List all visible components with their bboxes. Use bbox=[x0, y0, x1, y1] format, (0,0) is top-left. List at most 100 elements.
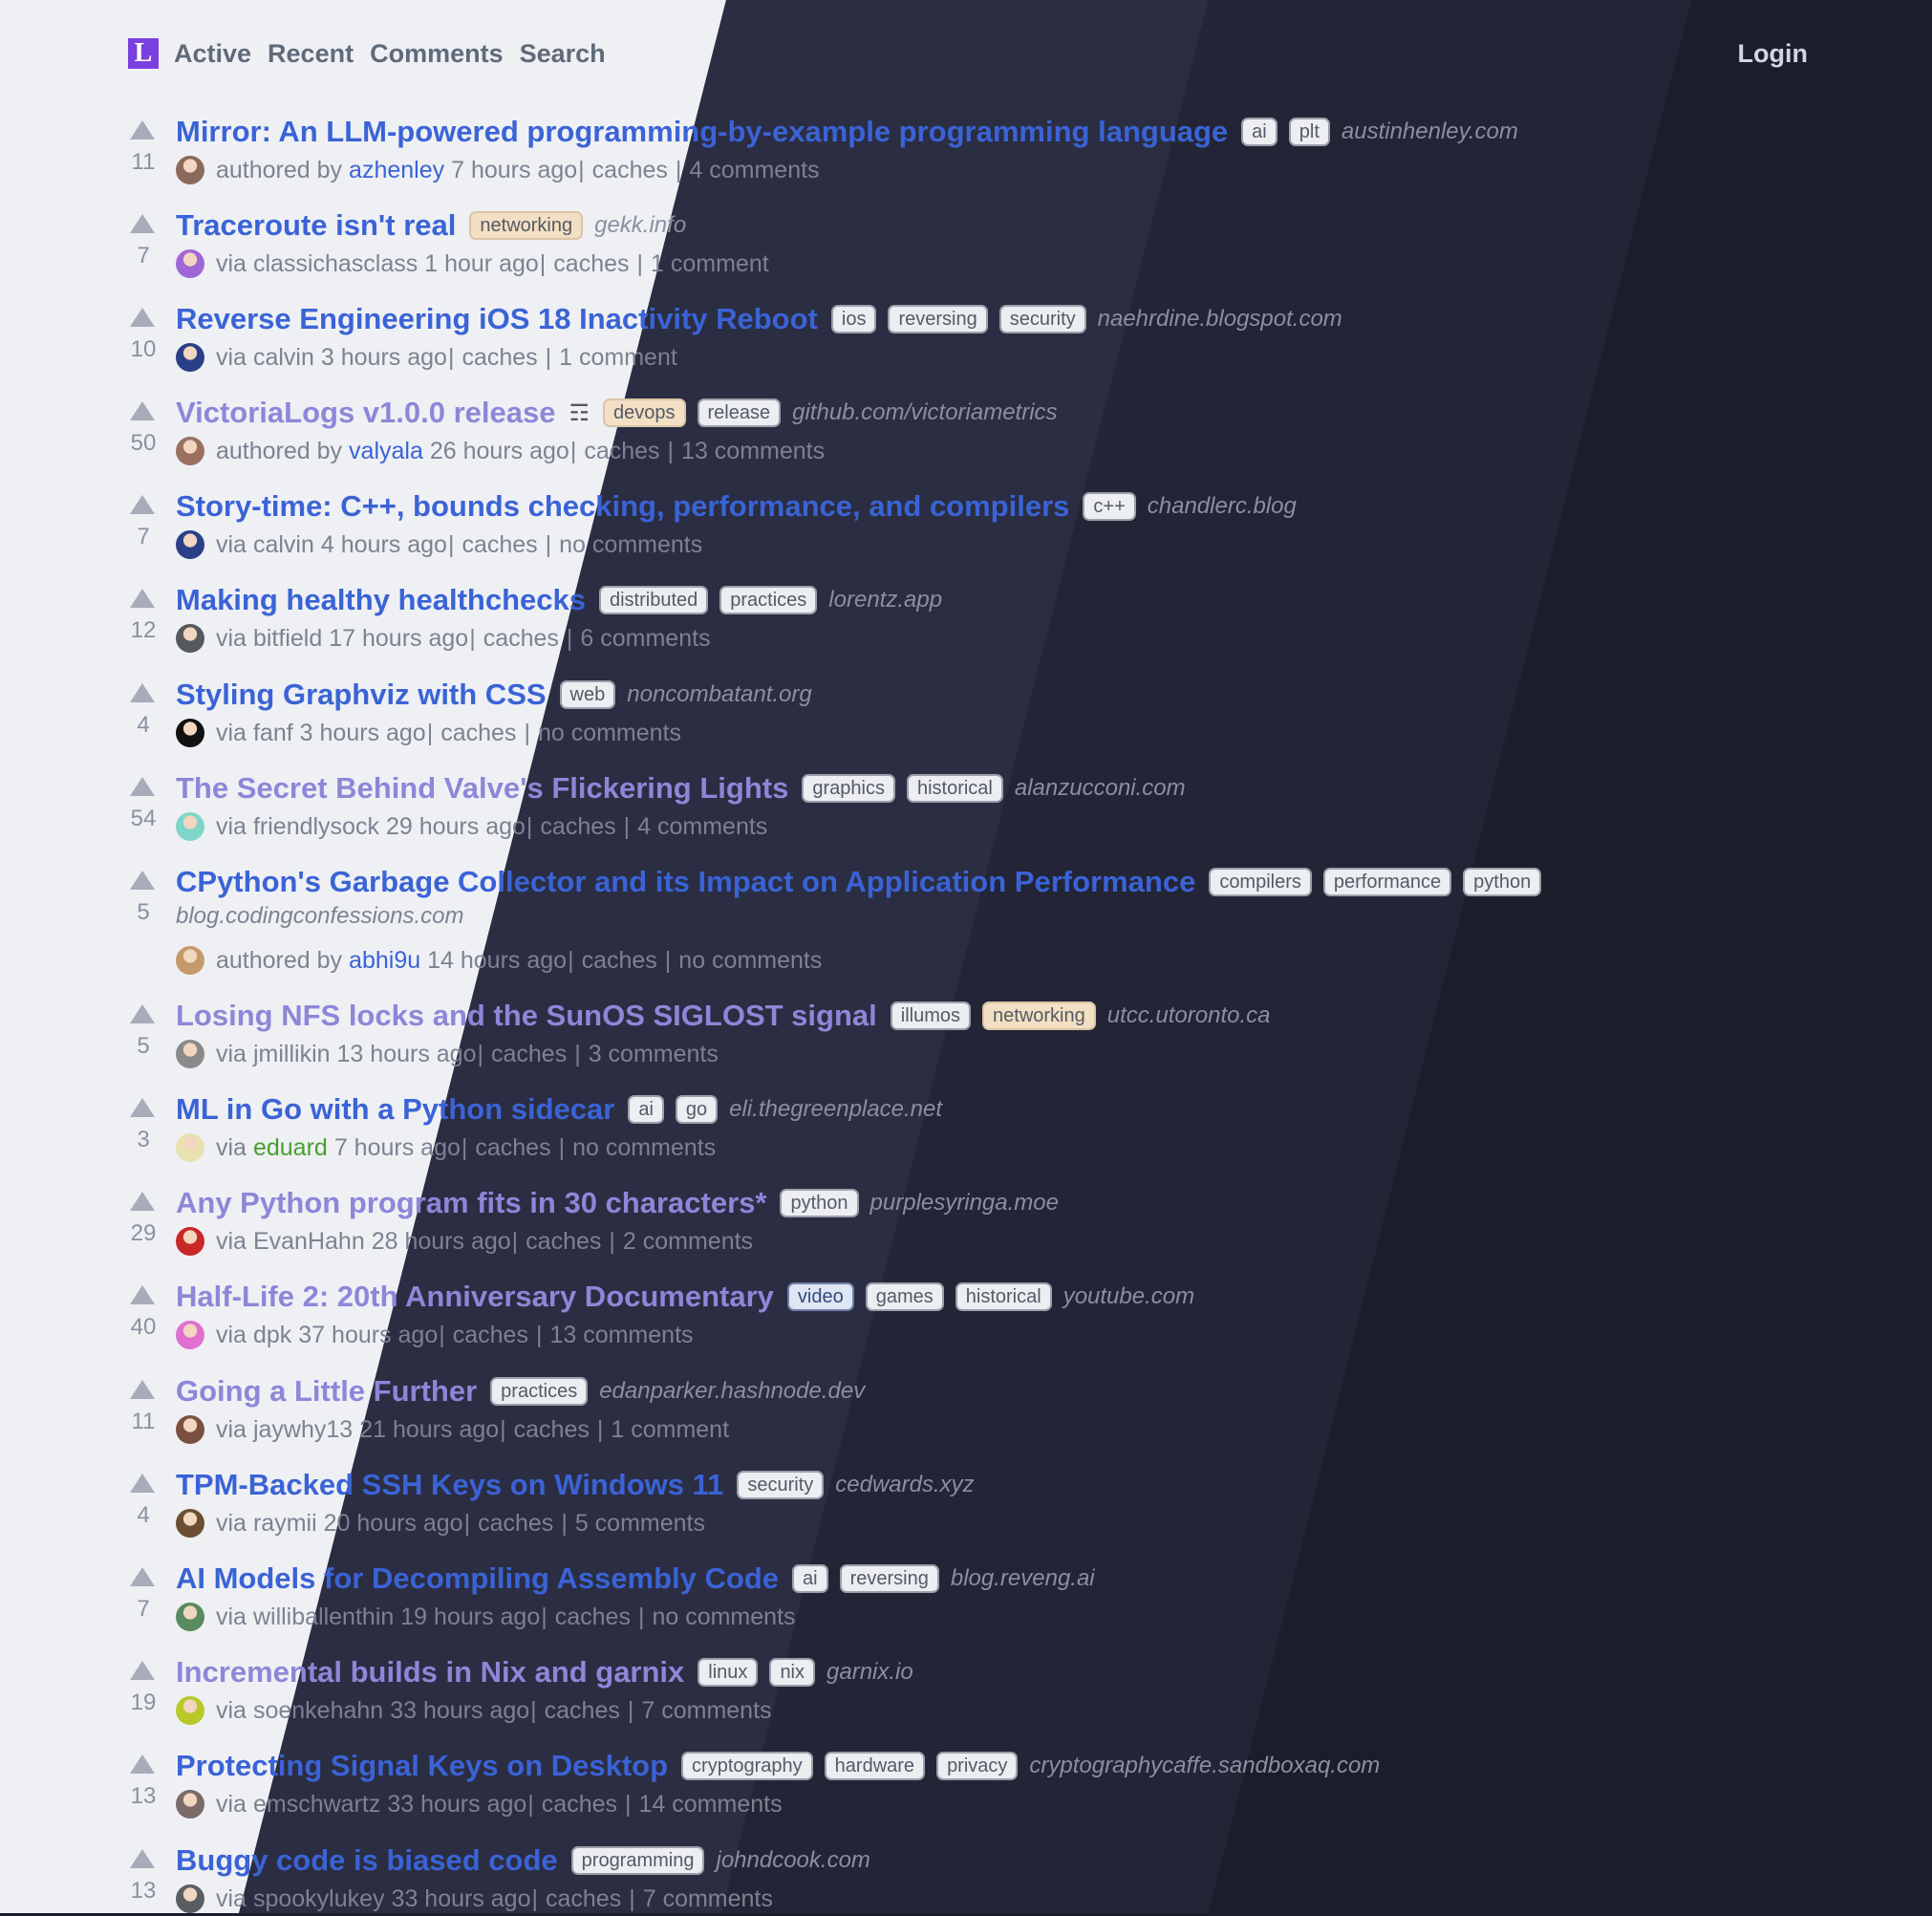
avatar[interactable] bbox=[176, 1321, 204, 1349]
avatar[interactable] bbox=[176, 1227, 204, 1256]
avatar[interactable] bbox=[176, 1603, 204, 1631]
byline-username[interactable]: calvin bbox=[253, 531, 314, 559]
nav-comments[interactable]: Comments bbox=[370, 39, 504, 69]
avatar[interactable] bbox=[176, 530, 204, 559]
upvote-arrow-icon[interactable] bbox=[130, 1098, 155, 1117]
story-title-link[interactable]: The Secret Behind Valve's Flickering Lig… bbox=[176, 771, 788, 806]
byline-username[interactable]: williballenthin bbox=[253, 1604, 394, 1631]
avatar[interactable] bbox=[176, 249, 204, 278]
story-title-link[interactable]: Traceroute isn't real bbox=[176, 208, 456, 243]
story-title-link[interactable]: Buggy code is biased code bbox=[176, 1843, 558, 1878]
story-domain[interactable]: naehrdine.blogspot.com bbox=[1098, 306, 1342, 333]
story-title-link[interactable]: Half-Life 2: 20th Anniversary Documentar… bbox=[176, 1280, 774, 1314]
story-domain[interactable]: cedwards.xyz bbox=[835, 1472, 974, 1498]
upvote-arrow-icon[interactable] bbox=[130, 871, 155, 890]
story-tag[interactable]: ios bbox=[830, 305, 877, 334]
story-tag[interactable]: performance bbox=[1322, 868, 1452, 896]
byline-username[interactable]: dpk bbox=[253, 1322, 291, 1349]
story-tag[interactable]: security bbox=[737, 1471, 825, 1499]
comments-link[interactable]: 1 comment bbox=[611, 1416, 729, 1444]
story-tag[interactable]: hardware bbox=[824, 1752, 926, 1780]
story-title-link[interactable]: Incremental builds in Nix and garnix bbox=[176, 1655, 684, 1690]
story-domain[interactable]: youtube.com bbox=[1063, 1283, 1194, 1310]
byline-username[interactable]: jmillikin bbox=[253, 1041, 331, 1068]
byline-username[interactable]: azhenley bbox=[349, 157, 444, 184]
comments-link[interactable]: 4 comments bbox=[637, 813, 767, 841]
avatar[interactable] bbox=[176, 1884, 204, 1913]
comments-link[interactable]: 4 comments bbox=[689, 157, 819, 184]
story-domain[interactable]: noncombatant.org bbox=[627, 681, 811, 708]
caches-link[interactable]: caches bbox=[453, 1322, 528, 1349]
avatar[interactable] bbox=[176, 1040, 204, 1068]
story-domain[interactable]: cryptographycaffe.sandboxaq.com bbox=[1029, 1753, 1380, 1779]
story-title-link[interactable]: Making healthy healthchecks bbox=[176, 583, 586, 617]
story-tag[interactable]: compilers bbox=[1209, 868, 1312, 896]
avatar[interactable] bbox=[176, 1133, 204, 1162]
avatar[interactable] bbox=[176, 719, 204, 747]
story-title-link[interactable]: Reverse Engineering iOS 18 Inactivity Re… bbox=[176, 302, 818, 336]
story-title-link[interactable]: AI Models for Decompiling Assembly Code bbox=[176, 1561, 779, 1596]
byline-username[interactable]: emschwartz bbox=[253, 1791, 380, 1819]
story-domain[interactable]: chandlerc.blog bbox=[1148, 493, 1297, 520]
story-tag[interactable]: networking bbox=[982, 1001, 1096, 1030]
caches-link[interactable]: caches bbox=[462, 344, 537, 372]
byline-username[interactable]: abhi9u bbox=[349, 947, 420, 975]
login-link[interactable]: Login bbox=[1738, 36, 1808, 71]
upvote-arrow-icon[interactable] bbox=[130, 1849, 155, 1868]
upvote-arrow-icon[interactable] bbox=[130, 401, 155, 420]
story-tag[interactable]: distributed bbox=[598, 586, 709, 614]
story-tag[interactable]: plt bbox=[1288, 118, 1330, 146]
avatar[interactable] bbox=[176, 156, 204, 184]
story-tag[interactable]: networking bbox=[469, 211, 584, 240]
byline-username[interactable]: friendlysock bbox=[253, 813, 379, 841]
story-domain[interactable]: eli.thegreenplace.net bbox=[729, 1096, 942, 1123]
upvote-arrow-icon[interactable] bbox=[130, 214, 155, 233]
story-tag[interactable]: practices bbox=[719, 586, 818, 614]
story-domain[interactable]: alanzucconi.com bbox=[1015, 775, 1186, 802]
caches-link[interactable]: caches bbox=[478, 1510, 553, 1538]
story-title-link[interactable]: Protecting Signal Keys on Desktop bbox=[176, 1749, 668, 1783]
caches-link[interactable]: caches bbox=[526, 1228, 601, 1256]
comments-link[interactable]: 1 comment bbox=[559, 344, 677, 372]
avatar[interactable] bbox=[176, 1790, 204, 1819]
comments-link[interactable]: 13 comments bbox=[549, 1322, 693, 1349]
byline-username[interactable]: eduard bbox=[253, 1134, 328, 1162]
story-title-link[interactable]: Going a Little Further bbox=[176, 1374, 477, 1409]
avatar[interactable] bbox=[176, 343, 204, 372]
upvote-arrow-icon[interactable] bbox=[130, 777, 155, 796]
story-tag[interactable]: reversing bbox=[888, 305, 988, 334]
byline-username[interactable]: raymii bbox=[253, 1510, 317, 1538]
upvote-arrow-icon[interactable] bbox=[130, 1661, 155, 1680]
caches-link[interactable]: caches bbox=[584, 438, 659, 465]
upvote-arrow-icon[interactable] bbox=[130, 1567, 155, 1586]
upvote-arrow-icon[interactable] bbox=[130, 495, 155, 514]
comments-link[interactable]: 3 comments bbox=[589, 1041, 719, 1068]
caches-link[interactable]: caches bbox=[440, 720, 516, 747]
comments-link[interactable]: 2 comments bbox=[623, 1228, 753, 1256]
story-title-link[interactable]: Losing NFS locks and the SunOS SIGLOST s… bbox=[176, 999, 877, 1033]
story-domain[interactable]: purplesyringa.moe bbox=[870, 1190, 1059, 1216]
byline-username[interactable]: calvin bbox=[253, 344, 314, 372]
comments-link[interactable]: no comments bbox=[538, 720, 681, 747]
caches-link[interactable]: caches bbox=[483, 625, 559, 653]
story-tag[interactable]: nix bbox=[769, 1658, 816, 1687]
story-domain[interactable]: gekk.info bbox=[594, 212, 686, 239]
caches-link[interactable]: caches bbox=[491, 1041, 567, 1068]
story-domain[interactable]: austinhenley.com bbox=[1342, 118, 1518, 145]
upvote-arrow-icon[interactable] bbox=[130, 1755, 155, 1774]
story-title-link[interactable]: VictoriaLogs v1.0.0 release bbox=[176, 396, 556, 430]
caches-link[interactable]: caches bbox=[582, 947, 657, 975]
story-tag[interactable]: games bbox=[865, 1282, 944, 1311]
byline-username[interactable]: fanf bbox=[253, 720, 293, 747]
story-tag[interactable]: programming bbox=[570, 1846, 705, 1875]
story-tag[interactable]: ai bbox=[792, 1564, 828, 1593]
byline-username[interactable]: valyala bbox=[349, 438, 423, 465]
upvote-arrow-icon[interactable] bbox=[130, 683, 155, 702]
story-title-link[interactable]: ML in Go with a Python sidecar bbox=[176, 1092, 614, 1127]
story-tag[interactable]: linux bbox=[698, 1658, 759, 1687]
story-domain[interactable]: edanparker.hashnode.dev bbox=[599, 1378, 865, 1405]
story-title-link[interactable]: Story-time: C++, bounds checking, perfor… bbox=[176, 489, 1069, 524]
caches-link[interactable]: caches bbox=[475, 1134, 550, 1162]
story-domain[interactable]: johndcook.com bbox=[716, 1847, 869, 1874]
byline-username[interactable]: bitfield bbox=[253, 625, 322, 653]
